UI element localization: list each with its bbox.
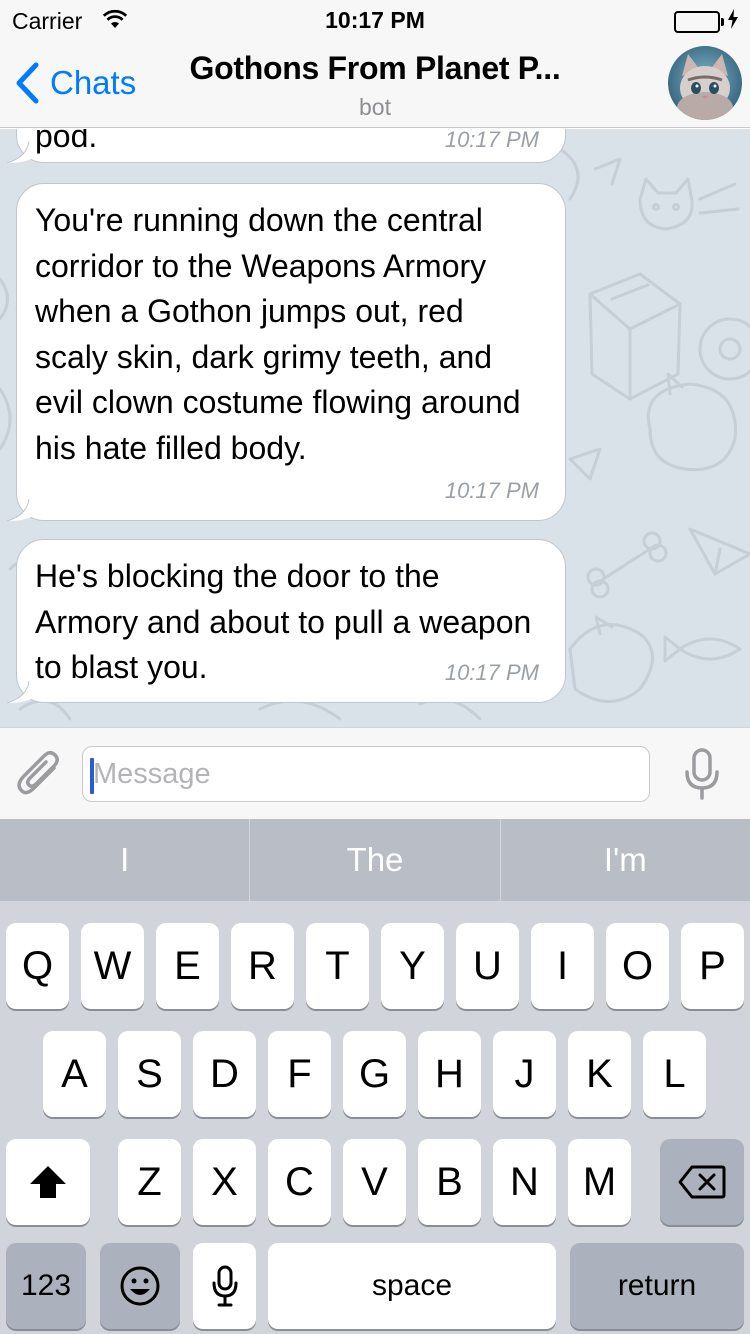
attachment-icon[interactable]: [16, 750, 64, 805]
key-g[interactable]: G: [343, 1031, 406, 1117]
clock: 10:17 PM: [325, 7, 425, 33]
key-m[interactable]: M: [568, 1139, 631, 1225]
shift-arrow-icon: [30, 1166, 66, 1198]
message-time: 10:17 PM: [444, 660, 539, 685]
battery-indicator: [674, 9, 738, 34]
status-bar: Carrier 10:17 PM: [0, 0, 750, 40]
key-o[interactable]: O: [606, 923, 669, 1009]
key-t[interactable]: T: [306, 923, 369, 1009]
key-k[interactable]: K: [568, 1031, 631, 1117]
return-key[interactable]: return: [570, 1243, 744, 1329]
bubble-tail: [7, 679, 31, 703]
cat-avatar-image: [668, 46, 742, 120]
key-x[interactable]: X: [193, 1139, 256, 1225]
emoji-key[interactable]: [100, 1243, 180, 1329]
message-text: You're running down the central corridor…: [35, 202, 521, 466]
navigation-bar: Chats Gothons From Planet P... bot: [0, 40, 750, 128]
message-input-bar: [0, 727, 750, 819]
prediction-suggestion[interactable]: I: [0, 819, 251, 901]
predictive-text-bar: I The I'm: [0, 819, 750, 901]
backspace-icon: [678, 1165, 726, 1199]
space-key[interactable]: space: [268, 1243, 556, 1329]
message-bubble[interactable]: He's blocking the door to the Armory and…: [7, 539, 566, 703]
message-bubble[interactable]: pod. 10:17 PM: [7, 129, 566, 163]
key-j[interactable]: J: [493, 1031, 556, 1117]
chat-area[interactable]: pod. 10:17 PM You're running down the ce…: [0, 129, 750, 727]
message-time: 10:17 PM: [444, 129, 539, 152]
shift-key[interactable]: [6, 1139, 90, 1225]
key-b[interactable]: B: [418, 1139, 481, 1225]
avatar[interactable]: [668, 46, 742, 120]
chat-subtitle: bot: [359, 94, 391, 120]
chat-title[interactable]: Gothons From Planet P...: [180, 50, 570, 87]
numbers-key[interactable]: 123: [6, 1243, 86, 1329]
prediction-suggestion[interactable]: I'm: [501, 819, 750, 901]
key-y[interactable]: Y: [381, 923, 444, 1009]
message-time: 10:17 PM: [444, 478, 539, 503]
key-s[interactable]: S: [118, 1031, 181, 1117]
key-a[interactable]: A: [43, 1031, 106, 1117]
backspace-key[interactable]: [660, 1139, 744, 1225]
emoji-smiley-icon: [120, 1266, 160, 1306]
key-n[interactable]: N: [493, 1139, 556, 1225]
dictation-key[interactable]: [193, 1243, 256, 1329]
key-e[interactable]: E: [156, 923, 219, 1009]
key-f[interactable]: F: [268, 1031, 331, 1117]
microphone-icon: [212, 1265, 237, 1307]
charging-bolt-icon: [728, 9, 738, 34]
bubble-tail: [7, 139, 31, 163]
key-q[interactable]: Q: [6, 923, 69, 1009]
key-h[interactable]: H: [418, 1031, 481, 1117]
key-d[interactable]: D: [193, 1031, 256, 1117]
key-v[interactable]: V: [343, 1139, 406, 1225]
key-z[interactable]: Z: [118, 1139, 181, 1225]
message-input[interactable]: [82, 746, 650, 802]
key-c[interactable]: C: [268, 1139, 331, 1225]
key-r[interactable]: R: [231, 923, 294, 1009]
keyboard: I The I'm Q W E R T Y U I O P A S D F G …: [0, 819, 750, 1334]
key-u[interactable]: U: [456, 923, 519, 1009]
key-w[interactable]: W: [81, 923, 144, 1009]
bubble-tail: [7, 497, 31, 521]
key-i[interactable]: I: [531, 923, 594, 1009]
prediction-suggestion[interactable]: The: [250, 819, 501, 901]
text-cursor: [90, 758, 94, 794]
key-l[interactable]: L: [643, 1031, 706, 1117]
key-p[interactable]: P: [681, 923, 744, 1009]
microphone-icon[interactable]: [684, 748, 720, 805]
message-bubble[interactable]: You're running down the central corridor…: [7, 183, 566, 521]
